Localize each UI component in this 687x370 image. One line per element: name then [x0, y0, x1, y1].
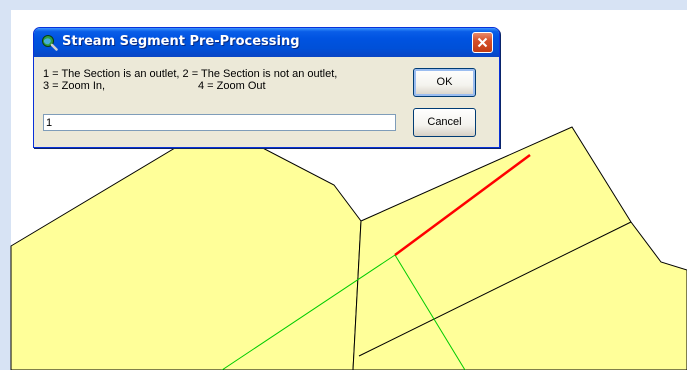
response-input[interactable] [43, 114, 396, 131]
prompt-text-zoom-out: 4 = Zoom Out [198, 80, 266, 92]
prompt-text-zoom-in: 3 = Zoom In, [43, 80, 106, 92]
cancel-button[interactable]: Cancel [413, 108, 476, 137]
application-window: Stream Segment Pre-Processing 1 = The Se… [0, 0, 687, 370]
close-button[interactable] [472, 32, 493, 53]
dialog-title: Stream Segment Pre-Processing [62, 34, 300, 49]
magnifier-globe-icon [41, 34, 58, 51]
prompt-text-line-1: 1 = The Section is an outlet, 2 = The Se… [43, 68, 338, 80]
close-icon [477, 37, 488, 48]
ok-button[interactable]: OK [413, 68, 476, 97]
input-dialog: Stream Segment Pre-Processing 1 = The Se… [33, 27, 500, 148]
dialog-titlebar[interactable]: Stream Segment Pre-Processing [34, 28, 499, 57]
dialog-body: 1 = The Section is an outlet, 2 = The Se… [37, 58, 496, 145]
